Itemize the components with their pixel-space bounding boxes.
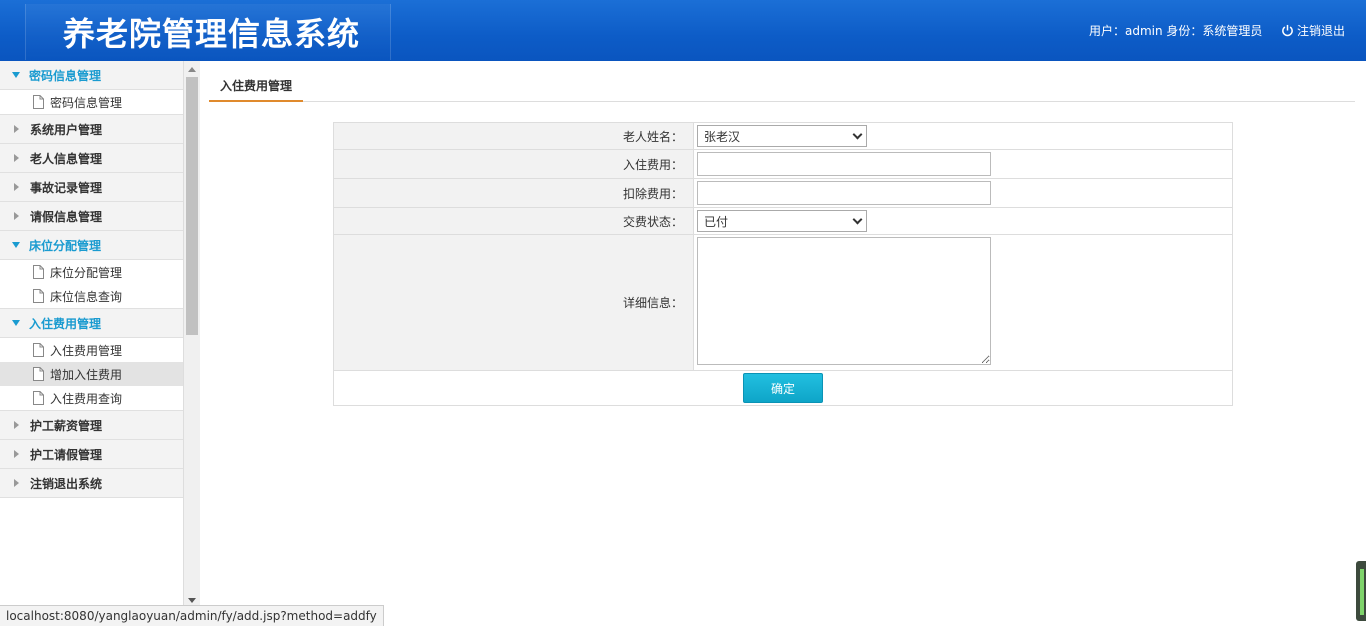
sidebar-menu: 密码信息管理 密码信息管理 系统用户管理 老人信息管理 事故记录管理 请假信息管… bbox=[0, 61, 184, 605]
sidebar-group-label: 床位分配管理 bbox=[29, 238, 102, 253]
sidebar-group-label: 密码信息管理 bbox=[29, 68, 102, 83]
sidebar-item-label: 入住费用管理 bbox=[50, 343, 123, 358]
caret-down-icon bbox=[12, 320, 20, 326]
document-icon bbox=[33, 343, 44, 357]
caret-down-icon bbox=[12, 242, 20, 248]
sidebar-item-label: 增加入住费用 bbox=[50, 367, 123, 382]
logout-label: 注销退出 bbox=[1297, 24, 1346, 38]
tab-bar: 入住费用管理 bbox=[209, 73, 1355, 102]
caret-right-icon bbox=[14, 212, 19, 220]
scroll-up-icon[interactable] bbox=[188, 67, 196, 72]
sidebar-group-accidents[interactable]: 事故记录管理 bbox=[0, 173, 183, 202]
sidebar-item-label: 床位信息查询 bbox=[50, 289, 123, 304]
tab-fee-manage[interactable]: 入住费用管理 bbox=[209, 73, 304, 102]
sidebar-group-label: 事故记录管理 bbox=[30, 180, 103, 195]
sidebar-item-label: 密码信息管理 bbox=[50, 95, 123, 110]
deduct-input[interactable] bbox=[697, 181, 991, 205]
sidebar-item-fee-manage[interactable]: 入住费用管理 bbox=[0, 338, 183, 362]
elder-name-select[interactable]: 张老汉 bbox=[697, 125, 867, 147]
status-select[interactable]: 已付 bbox=[697, 210, 867, 232]
user-info: 用户：admin 身份：系统管理员 bbox=[1089, 24, 1263, 38]
logout-link[interactable]: 注销退出 bbox=[1281, 22, 1345, 39]
chevron-down-icon bbox=[852, 129, 863, 139]
sidebar-scrollbar[interactable] bbox=[184, 61, 200, 605]
sidebar-item-label: 入住费用查询 bbox=[50, 391, 123, 406]
scroll-down-icon[interactable] bbox=[188, 598, 196, 603]
sidebar-group-leave[interactable]: 请假信息管理 bbox=[0, 202, 183, 231]
sidebar-group-label: 老人信息管理 bbox=[30, 151, 103, 166]
fee-label: 入住费用： bbox=[333, 149, 694, 179]
meter-widget bbox=[1356, 561, 1366, 621]
caret-right-icon bbox=[14, 154, 19, 162]
sidebar-group-nurse-leave[interactable]: 护工请假管理 bbox=[0, 440, 183, 469]
app-header: 养老院管理信息系统 用户：admin 身份：系统管理员 注销退出 bbox=[0, 0, 1366, 61]
power-icon bbox=[1282, 24, 1293, 37]
caret-right-icon bbox=[14, 183, 19, 191]
status-value: 已付 bbox=[704, 214, 729, 229]
sidebar-item-label: 床位分配管理 bbox=[50, 265, 123, 280]
sidebar-group-label: 注销退出系统 bbox=[30, 476, 103, 491]
sidebar-group-label: 入住费用管理 bbox=[29, 316, 102, 331]
main-content: 入住费用管理 老人姓名： 张老汉 入住费用： 扣除费用： 交费状态： 已付 详细… bbox=[200, 61, 1366, 626]
caret-right-icon bbox=[14, 479, 19, 487]
sidebar-subgroup-beds: 床位分配管理 床位信息查询 bbox=[0, 260, 183, 309]
document-icon bbox=[33, 391, 44, 405]
sidebar-item-fee-add[interactable]: 增加入住费用 bbox=[0, 362, 183, 386]
detail-label: 详细信息： bbox=[333, 234, 694, 371]
app-title: 养老院管理信息系统 bbox=[63, 15, 361, 53]
sidebar-subgroup-fees: 入住费用管理 增加入住费用 入住费用查询 bbox=[0, 338, 183, 411]
chevron-down-icon bbox=[852, 214, 863, 224]
meter-bar bbox=[1360, 569, 1364, 615]
caret-right-icon bbox=[14, 450, 19, 458]
document-icon bbox=[33, 265, 44, 279]
elder-name-label: 老人姓名： bbox=[333, 122, 694, 150]
submit-button[interactable]: 确定 bbox=[743, 373, 823, 403]
sidebar-item-fee-query[interactable]: 入住费用查询 bbox=[0, 386, 183, 410]
deduct-label: 扣除费用： bbox=[333, 178, 694, 208]
document-icon bbox=[33, 289, 44, 303]
sidebar-item-bed-manage[interactable]: 床位分配管理 bbox=[0, 260, 183, 284]
sidebar-group-password[interactable]: 密码信息管理 bbox=[0, 61, 183, 90]
sidebar-group-fees[interactable]: 入住费用管理 bbox=[0, 309, 183, 338]
sidebar-item-password-manage[interactable]: 密码信息管理 bbox=[0, 90, 183, 114]
status-label: 交费状态： bbox=[333, 207, 694, 235]
sidebar-subgroup-password: 密码信息管理 bbox=[0, 90, 183, 115]
sidebar-group-label: 护工薪资管理 bbox=[30, 418, 103, 433]
sidebar-group-label: 请假信息管理 bbox=[30, 209, 103, 224]
caret-right-icon bbox=[14, 421, 19, 429]
sidebar-item-bed-query[interactable]: 床位信息查询 bbox=[0, 284, 183, 308]
sidebar-group-beds[interactable]: 床位分配管理 bbox=[0, 231, 183, 260]
document-icon bbox=[33, 367, 44, 381]
sidebar-group-label: 护工请假管理 bbox=[30, 447, 103, 462]
caret-down-icon bbox=[12, 72, 20, 78]
caret-right-icon bbox=[14, 125, 19, 133]
sidebar-group-logout[interactable]: 注销退出系统 bbox=[0, 469, 183, 498]
document-icon bbox=[33, 95, 44, 109]
detail-textarea[interactable] bbox=[697, 237, 991, 365]
sidebar-group-salary[interactable]: 护工薪资管理 bbox=[0, 411, 183, 440]
sidebar-group-elders[interactable]: 老人信息管理 bbox=[0, 144, 183, 173]
fee-input[interactable] bbox=[697, 152, 991, 176]
scrollbar-thumb[interactable] bbox=[186, 77, 198, 335]
sidebar-group-label: 系统用户管理 bbox=[30, 122, 103, 137]
sidebar-group-system-users[interactable]: 系统用户管理 bbox=[0, 115, 183, 144]
elder-name-value: 张老汉 bbox=[704, 129, 741, 144]
browser-status-url: localhost:8080/yanglaoyuan/admin/fy/add.… bbox=[0, 605, 384, 626]
fee-form: 老人姓名： 张老汉 入住费用： 扣除费用： 交费状态： 已付 详细信息： 确定 bbox=[333, 122, 1233, 406]
